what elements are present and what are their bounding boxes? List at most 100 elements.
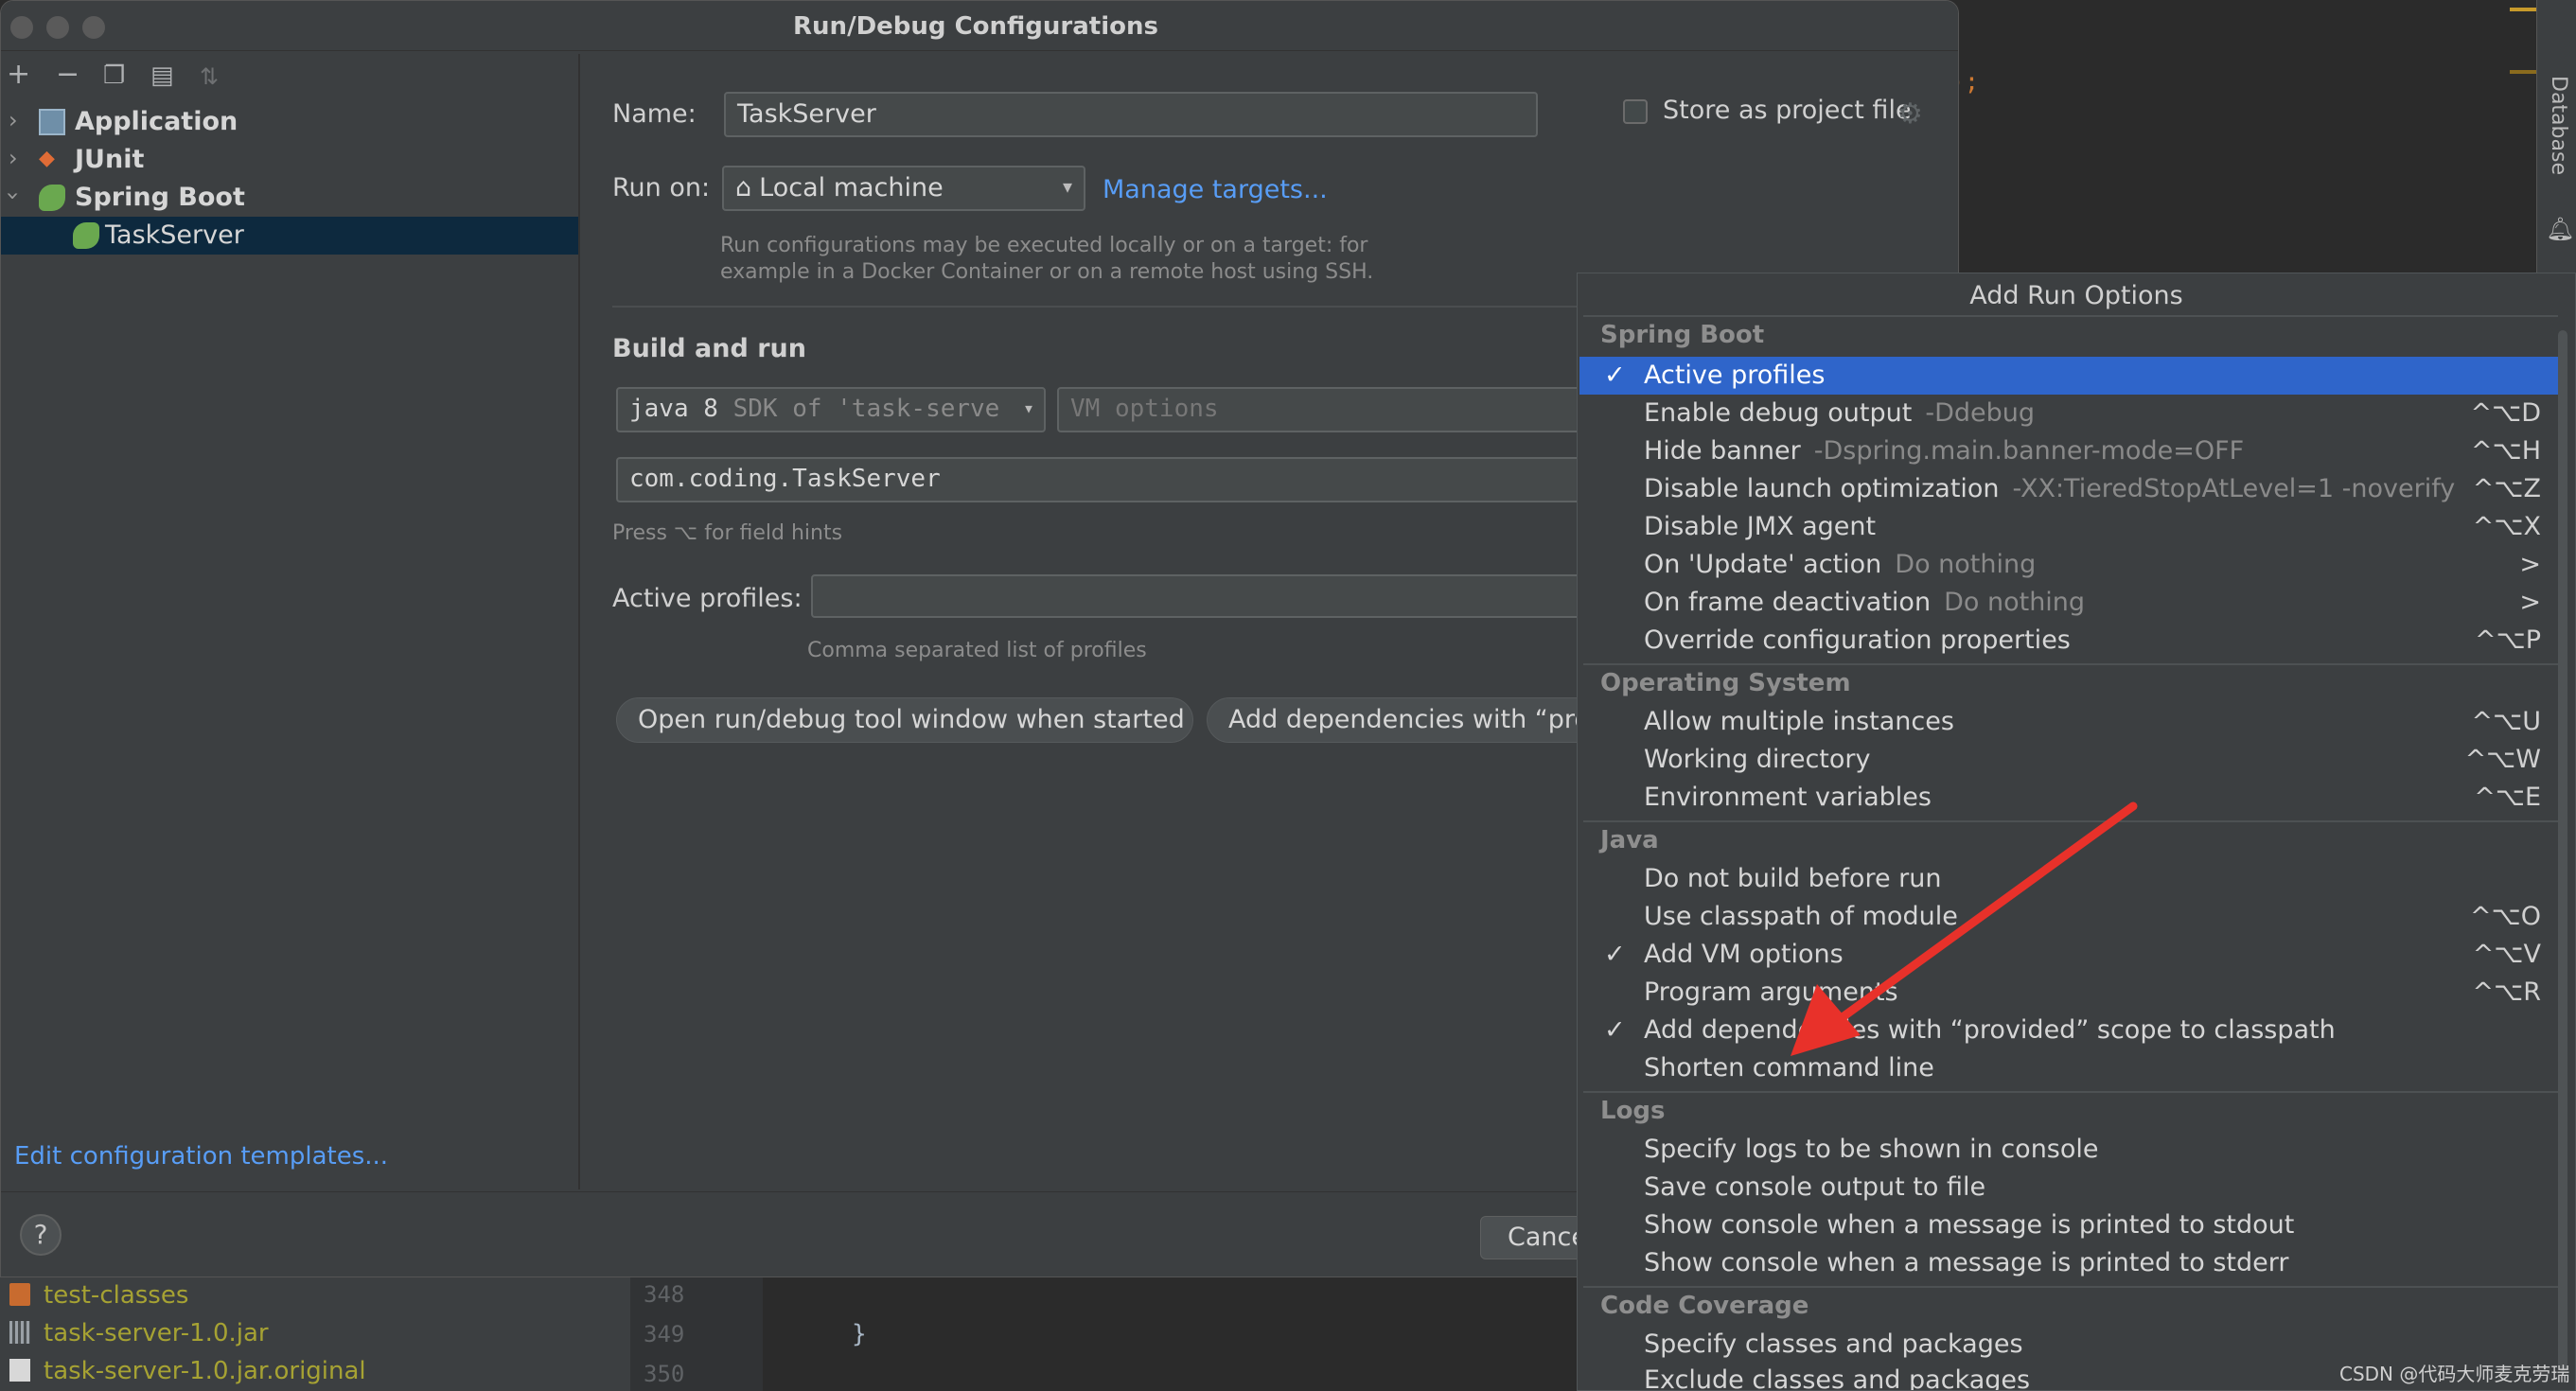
menu-item-working-directory[interactable]: Working directory ^⌥W — [1579, 741, 2560, 779]
list-item[interactable]: test-classes — [9, 1281, 188, 1310]
folder-icon — [9, 1283, 30, 1306]
menu-item-add-provided-dependencies[interactable]: ✓ Add dependencies with “provided” scope… — [1579, 1012, 2560, 1049]
chevron-right-icon: > — [2519, 588, 2541, 617]
menu-item-show-console-stdout[interactable]: Show console when a message is printed t… — [1579, 1206, 2560, 1244]
jar-icon — [9, 1321, 30, 1344]
menu-item-on-frame-deactivation[interactable]: On frame deactivation Do nothing > — [1579, 584, 2560, 622]
dialog-title: Run/Debug Configurations — [793, 12, 1158, 41]
separator — [1583, 820, 2558, 822]
tree-item-spring-boot[interactable]: › Spring Boot — [1, 179, 578, 217]
active-profiles-label: Active profiles: — [612, 584, 803, 613]
tree-item-taskserver[interactable]: TaskServer — [1, 217, 578, 255]
menu-item-allow-multiple-instances[interactable]: Allow multiple instances ^⌥U — [1579, 703, 2560, 741]
option-chip-open-tool-window[interactable]: Open run/debug tool window when started✕ — [616, 697, 1193, 743]
group-header-java: Java — [1600, 826, 1659, 854]
manage-targets-link[interactable]: Manage targets... — [1103, 175, 1328, 204]
group-header-code-coverage: Code Coverage — [1600, 1292, 1809, 1320]
name-label: Name: — [612, 99, 697, 129]
run-on-select[interactable]: ⌂ Local machine ▾ — [722, 166, 1085, 211]
menu-item-shorten-command-line[interactable]: Shorten command line — [1579, 1049, 2560, 1087]
gear-icon[interactable]: ⚙ — [1897, 97, 1923, 131]
option-chip-add-dependencies[interactable]: Add dependencies with “provi — [1207, 697, 1604, 743]
project-tree-bottom: test-classes task-server-1.0.jar task-se… — [0, 1277, 630, 1391]
chevron-right-icon[interactable]: › — [9, 145, 18, 171]
field-hint: Press ⌥ for field hints — [612, 521, 843, 545]
menu-item-environment-variables[interactable]: Environment variables ^⌥E — [1579, 779, 2560, 817]
separator — [1583, 1091, 2558, 1093]
profiles-hint: Comma separated list of profiles — [807, 639, 1147, 662]
separator — [1583, 663, 2558, 665]
check-icon: ✓ — [1604, 361, 1626, 390]
code-brace: } — [852, 1320, 867, 1348]
check-icon: ✓ — [1604, 1015, 1626, 1045]
panel-divider[interactable] — [578, 54, 580, 1189]
chevron-down-icon: ▾ — [1062, 175, 1072, 198]
add-run-options-popup: Add Run Options Spring Boot ✓ Active pro… — [1577, 273, 2576, 1391]
bell-icon[interactable]: 🔔︎ — [2546, 216, 2574, 242]
popup-scrollbar[interactable] — [2558, 330, 2567, 1371]
menu-item-save-console-output[interactable]: Save console output to file — [1579, 1169, 2560, 1206]
menu-item-program-arguments[interactable]: Program arguments ^⌥R — [1579, 974, 2560, 1012]
name-field[interactable]: TaskServer — [724, 92, 1538, 137]
remove-icon[interactable]: − — [56, 58, 79, 91]
menu-item-hide-banner[interactable]: Hide banner -Dspring.main.banner-mode=OFF… — [1579, 432, 2560, 470]
menu-item-on-update-action[interactable]: On 'Update' action Do nothing > — [1579, 546, 2560, 584]
active-profiles-field[interactable] — [811, 574, 1587, 618]
menu-item-disable-jmx-agent[interactable]: Disable JMX agent ^⌥X — [1579, 508, 2560, 546]
config-tree: › Application › ◆ JUnit › Spring Boot Ta… — [1, 103, 578, 1191]
menu-item-enable-debug-output[interactable]: Enable debug output -Ddebug ^⌥D — [1579, 395, 2560, 432]
list-item[interactable]: task-server-1.0.jar — [9, 1319, 269, 1347]
config-toolbar: + − ❐ ▤ ⇅ — [1, 54, 578, 97]
spring-boot-icon — [39, 185, 65, 211]
line-number: 348 — [644, 1281, 685, 1308]
chevron-down-icon: ▾ — [1016, 396, 1034, 419]
vm-options-field[interactable]: VM options — [1057, 387, 1587, 432]
tree-item-application[interactable]: › Application — [1, 103, 578, 141]
separator — [1583, 1286, 2558, 1288]
code-editor[interactable] — [763, 1277, 1577, 1391]
menu-item-active-profiles[interactable]: ✓ Active profiles — [1579, 357, 2560, 395]
error-stripe-mark — [2510, 70, 2538, 74]
menu-item-show-console-stderr[interactable]: Show console when a message is printed t… — [1579, 1244, 2560, 1282]
chevron-right-icon: > — [2519, 550, 2541, 579]
help-button[interactable]: ? — [20, 1214, 62, 1256]
separator — [1583, 315, 2558, 317]
chevron-right-icon[interactable]: › — [9, 107, 18, 133]
dialog-titlebar: Run/Debug Configurations — [1, 1, 1958, 51]
menu-item-specify-logs[interactable]: Specify logs to be shown in console — [1579, 1131, 2560, 1169]
folder-add-icon[interactable]: ▤ — [150, 62, 174, 90]
add-icon[interactable]: + — [7, 58, 30, 91]
run-on-label: Run on: — [612, 173, 711, 202]
home-icon: ⌂ — [735, 173, 752, 202]
menu-item-use-classpath-of-module[interactable]: Use classpath of module ^⌥O — [1579, 898, 2560, 936]
menu-item-disable-launch-optimization[interactable]: Disable launch optimization -XX:TieredSto… — [1579, 470, 2560, 508]
junit-icon: ◆ — [39, 147, 55, 170]
menu-item-specify-classes[interactable]: Specify classes and packages — [1579, 1326, 2560, 1364]
line-number: 349 — [644, 1321, 685, 1347]
database-tool-tab[interactable]: Database — [2544, 76, 2572, 180]
list-item[interactable]: task-server-1.0.jar.original — [9, 1357, 366, 1385]
edit-templates-link[interactable]: Edit configuration templates... — [14, 1142, 388, 1171]
run-on-value: Local machine — [759, 173, 944, 202]
chevron-down-icon[interactable]: › — [1, 191, 26, 201]
application-icon — [39, 109, 65, 135]
menu-item-add-vm-options[interactable]: ✓ Add VM options ^⌥V — [1579, 936, 2560, 974]
store-project-checkbox[interactable] — [1623, 99, 1648, 124]
sort-icon[interactable]: ⇅ — [200, 63, 219, 90]
editor-gutter: 348 349 350 — [630, 1277, 797, 1391]
main-class-field[interactable]: com.coding.TaskServer — [616, 457, 1591, 502]
tree-item-junit[interactable]: › ◆ JUnit — [1, 141, 578, 179]
copy-icon[interactable]: ❐ — [103, 62, 125, 90]
group-header-spring-boot: Spring Boot — [1600, 321, 1765, 349]
error-stripe-mark — [2510, 8, 2538, 11]
check-icon: ✓ — [1604, 940, 1626, 969]
menu-item-do-not-build[interactable]: Do not build before run — [1579, 860, 2560, 898]
line-number: 350 — [644, 1361, 685, 1387]
sdk-select[interactable]: java 8 SDK of 'task-serve ▾ — [616, 387, 1046, 432]
spring-boot-icon — [73, 222, 99, 249]
menu-item-override-config-properties[interactable]: Override configuration properties ^⌥P — [1579, 622, 2560, 660]
run-hint-line2: example in a Docker Container or on a re… — [720, 260, 1374, 284]
popup-title: Add Run Options — [1969, 281, 2183, 310]
watermark: CSDN @代码大师麦克劳瑞 — [2339, 1363, 2570, 1385]
file-icon — [9, 1359, 30, 1382]
